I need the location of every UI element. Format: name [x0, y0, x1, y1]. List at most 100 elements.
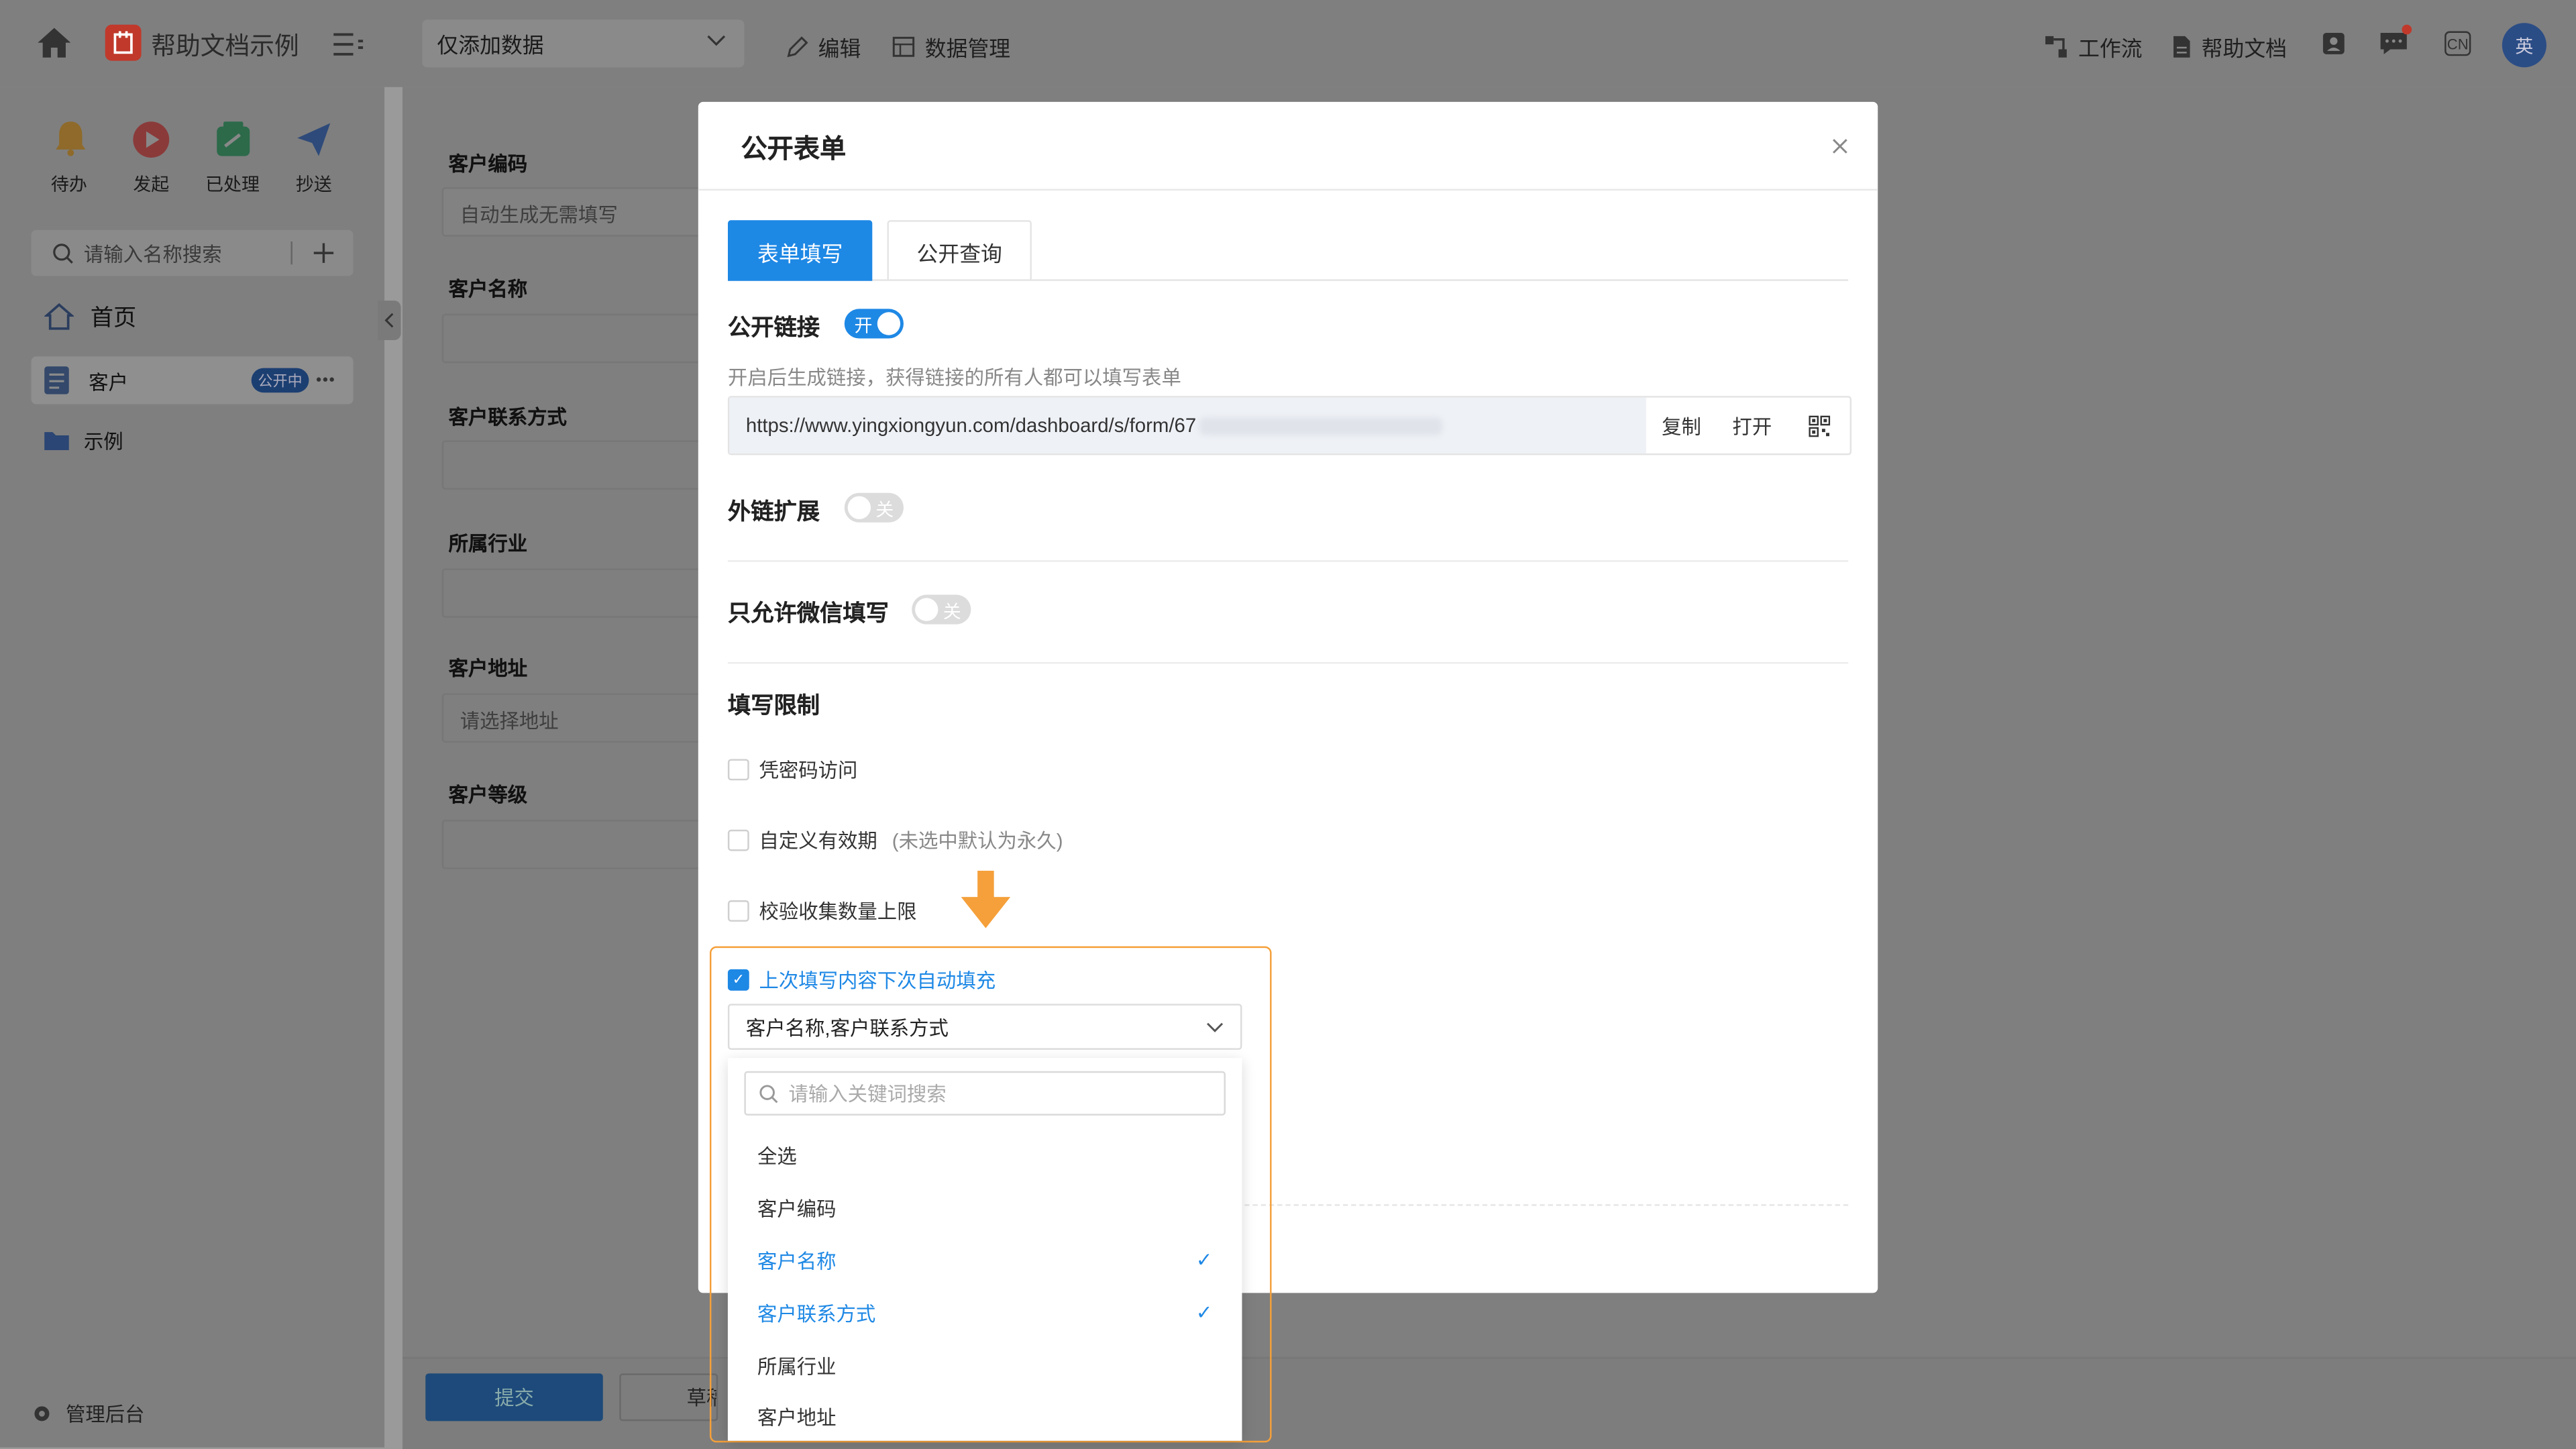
submit-button[interactable]: 提交	[425, 1373, 603, 1421]
document-icon	[2172, 34, 2192, 59]
tab-public-query[interactable]: 公开查询	[887, 220, 1032, 281]
admin-label: 管理后台	[65, 1403, 145, 1426]
data-manage-button[interactable]: 数据管理	[892, 32, 1010, 63]
quick-action-start[interactable]	[131, 120, 171, 168]
quota-checkbox[interactable]	[727, 900, 749, 922]
sidebar-item-home-label: 首页	[90, 304, 137, 331]
help-doc-button[interactable]: 帮助文档	[2172, 32, 2287, 63]
toggle-knob	[915, 598, 938, 621]
ext-link-toggle[interactable]: 关	[844, 492, 904, 523]
search-icon	[52, 242, 74, 264]
autofill-checkbox[interactable]: ✓	[727, 969, 749, 991]
submit-label: 提交	[494, 1386, 534, 1410]
workflow-label: 工作流	[2078, 36, 2143, 61]
form-icon	[44, 366, 69, 394]
status-badge: 公开中	[251, 368, 309, 393]
dropdown-option-address[interactable]: 客户地址	[728, 1391, 1242, 1440]
sidebar-item-home[interactable]: 首页	[44, 301, 136, 333]
public-link-toggle[interactable]: 开	[844, 309, 904, 339]
field-label-code: 客户编码	[448, 152, 528, 176]
quick-label-start: 发起	[133, 176, 170, 196]
section-divider	[727, 661, 1849, 664]
quick-label-done: 已处理	[205, 176, 260, 196]
validity-checkbox[interactable]	[727, 829, 749, 851]
option-label: 客户名称	[757, 1249, 837, 1273]
password-checkbox[interactable]	[727, 759, 749, 781]
copy-button[interactable]: 复制	[1646, 398, 1717, 453]
top-bar: 帮助文档示例 仅添加数据 编辑 数据管理 工作流 帮助文档 CN 英	[0, 0, 2576, 87]
wechat-only-label: 只允许微信填写	[727, 599, 889, 627]
home-outline-icon	[44, 303, 74, 332]
sidebar-item-customer[interactable]: 客户 公开中	[31, 356, 354, 405]
wechat-only-toggle[interactable]: 关	[912, 594, 971, 625]
collapse-chevron-icon[interactable]	[378, 301, 401, 340]
open-label: 打开	[1732, 415, 1772, 438]
admin-button[interactable]: 管理后台	[32, 1400, 145, 1428]
public-link-hint: 开启后生成链接，获得链接的所有人都可以填写表单	[727, 366, 1181, 390]
public-link-url-text: https://www.yingxiongyun.com/dashboard/s…	[745, 414, 1197, 437]
quick-action-todo[interactable]	[49, 118, 92, 166]
dropdown-search-input[interactable]: 请输入关键词搜索	[744, 1071, 1226, 1116]
workflow-button[interactable]: 工作流	[2044, 32, 2143, 63]
dropdown-option-select-all[interactable]: 全选	[728, 1128, 1242, 1181]
arrow-down-icon	[961, 870, 1011, 930]
quick-label-cc: 抄送	[295, 176, 332, 196]
customer-code-input[interactable]: 自动生成无需填写	[441, 187, 708, 237]
close-icon[interactable]	[1832, 137, 1848, 153]
help-doc-label: 帮助文档	[2201, 36, 2288, 61]
modal-header: 公开表单	[698, 102, 1878, 191]
more-icon[interactable]	[315, 376, 335, 383]
field-label-address: 客户地址	[448, 657, 528, 680]
sidebar-search[interactable]: 请输入名称搜索	[31, 229, 354, 276]
edit-button[interactable]: 编辑	[786, 32, 861, 63]
qrcode-button[interactable]	[1788, 398, 1850, 453]
customer-contact-input[interactable]	[441, 440, 708, 490]
address-input[interactable]: 请选择地址	[441, 693, 708, 743]
public-link-url[interactable]: https://www.yingxiongyun.com/dashboard/s…	[729, 397, 1646, 453]
toggle-off-text: 关	[875, 500, 894, 521]
field-label-name: 客户名称	[448, 277, 528, 301]
open-button[interactable]: 打开	[1717, 398, 1787, 453]
dropdown-option-code[interactable]: 客户编码	[728, 1181, 1242, 1234]
industry-input[interactable]	[441, 568, 708, 618]
option-label: 所属行业	[757, 1354, 837, 1378]
sidebar-item-customer-label: 客户	[89, 371, 129, 394]
quick-action-done[interactable]	[213, 120, 253, 168]
draft-button[interactable]: 草稿	[619, 1373, 718, 1421]
dropdown-option-industry[interactable]: 所属行业	[728, 1339, 1242, 1391]
dropdown-option-name[interactable]: 客户名称 ✓	[728, 1234, 1242, 1286]
modal-tabs: 表单填写 公开查询	[727, 220, 1849, 281]
customer-name-input[interactable]	[441, 313, 708, 364]
password-label: 凭密码访问	[759, 759, 858, 782]
tab-form-fill[interactable]: 表单填写	[727, 220, 873, 281]
public-link-box: https://www.yingxiongyun.com/dashboard/s…	[727, 396, 1852, 455]
lang-badge[interactable]: CN	[2445, 31, 2471, 56]
autofill-fields-value: 客户名称,客户联系方式	[745, 1016, 949, 1039]
quick-action-cc[interactable]	[294, 120, 333, 168]
customer-code-placeholder: 自动生成无需填写	[460, 203, 618, 227]
contacts-icon[interactable]	[2321, 32, 2346, 56]
view-select-value: 仅添加数据	[437, 32, 544, 58]
edit-label: 编辑	[818, 36, 861, 61]
level-input[interactable]	[441, 820, 708, 869]
option-label: 客户编码	[757, 1197, 837, 1220]
gear-icon	[32, 1403, 53, 1424]
limit-label: 填写限制	[727, 692, 820, 718]
home-icon[interactable]	[36, 26, 72, 59]
avatar[interactable]: 英	[2502, 23, 2546, 68]
autofill-fields-select[interactable]: 客户名称,客户联系方式	[727, 1004, 1242, 1050]
toggle-knob	[877, 312, 901, 335]
toggle-knob	[847, 496, 871, 519]
qrcode-icon	[1808, 415, 1829, 437]
divider	[290, 241, 292, 265]
bell-icon	[51, 118, 91, 158]
sidebar-search-placeholder: 请输入名称搜索	[83, 242, 222, 266]
data-manage-label: 数据管理	[924, 36, 1011, 61]
dropdown-option-contact[interactable]: 客户联系方式 ✓	[728, 1287, 1242, 1339]
toggle-on-text: 开	[854, 317, 873, 337]
menu-toggle-icon[interactable]	[333, 33, 364, 56]
sidebar-item-example[interactable]: 示例	[44, 427, 123, 455]
view-select[interactable]: 仅添加数据	[422, 19, 745, 68]
fields-dropdown: 请输入关键词搜索 全选 客户编码 客户名称 ✓ 客户联系方式 ✓ 所属行业 客户地址	[727, 1058, 1242, 1441]
plus-icon[interactable]	[312, 241, 335, 264]
